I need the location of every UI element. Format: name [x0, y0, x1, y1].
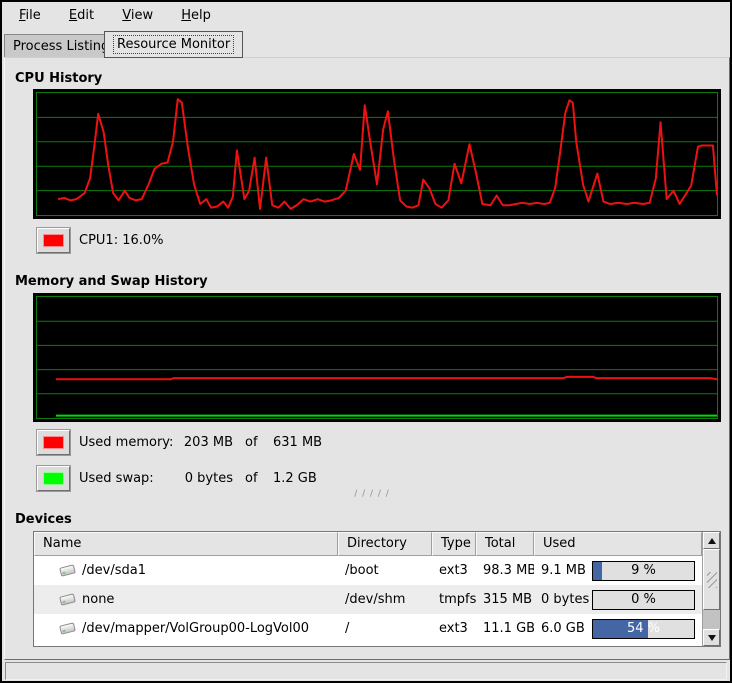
column-header-name[interactable]: Name	[34, 532, 338, 556]
usage-percent-label: 0 %	[593, 591, 694, 609]
device-total: 315 MB	[476, 592, 534, 607]
cpu-history-title: CPU History	[15, 71, 102, 86]
scrollbar-grip-icon	[707, 572, 717, 588]
resource-monitor-page: CPU History CPU1: 16.0% Memory	[4, 57, 730, 660]
menu-edit[interactable]: Edit	[60, 2, 103, 29]
usage-percent-label: 9 %	[593, 562, 694, 580]
menu-view[interactable]: View	[113, 2, 162, 29]
devices-scrollbar	[702, 532, 720, 646]
memory-history-chart	[33, 293, 721, 422]
table-row-dev-sda1[interactable]: /dev/sda1 /boot ext3 98.3 MB 9.1 MB 9 %	[34, 556, 702, 585]
device-directory: /dev/shm	[338, 592, 432, 607]
device-type: ext3	[432, 563, 476, 578]
usage-percent-label: 54 %	[593, 620, 694, 638]
swap-color-button[interactable]	[37, 466, 70, 491]
status-bar	[5, 662, 727, 680]
swap-color-swatch-green	[43, 472, 64, 485]
cpu-legend-label: CPU1: 16.0%	[79, 233, 164, 248]
column-header-used[interactable]: Used	[534, 532, 702, 556]
cpu-history-plot	[36, 92, 718, 216]
cpu-usage-line	[58, 99, 717, 209]
device-total: 11.1 GB	[476, 621, 534, 636]
arrow-up-icon	[708, 538, 716, 544]
device-used: 6.0 GB	[534, 621, 590, 636]
cpu-color-button[interactable]	[37, 228, 70, 253]
harddisk-icon	[59, 593, 76, 605]
devices-table-main: Name Directory Type Total Used /dev/sda1…	[34, 532, 702, 646]
memory-color-swatch-red	[43, 436, 64, 449]
menu-bar: File Edit View Help	[2, 2, 730, 30]
memory-gridlines	[37, 321, 717, 394]
tab-resource-monitor-label: Resource Monitor	[113, 35, 234, 54]
cpu-color-swatch-red	[43, 234, 64, 247]
table-row-volgroup[interactable]: /dev/mapper/VolGroup00-LogVol00 / ext3 1…	[34, 614, 702, 643]
usage-progress-bar: 0 %	[592, 590, 695, 610]
used-memory-line	[56, 377, 717, 379]
device-name: none	[82, 592, 114, 607]
used-swap-total: 1.2 GB	[273, 471, 317, 486]
device-directory: /boot	[338, 563, 432, 578]
scrollbar-trough[interactable]	[703, 610, 720, 629]
usage-progress-bar: 54 %	[592, 619, 695, 639]
cpu-legend: CPU1: 16.0%	[79, 228, 164, 253]
devices-title: Devices	[15, 512, 72, 527]
scroll-down-button[interactable]	[703, 629, 720, 646]
device-type: tmpfs	[432, 592, 476, 607]
device-name: /dev/mapper/VolGroup00-LogVol00	[82, 621, 309, 636]
column-header-directory[interactable]: Directory	[338, 532, 432, 556]
devices-table-header: Name Directory Type Total Used	[34, 532, 702, 556]
system-monitor-window: File Edit View Help Process Listing Reso…	[0, 0, 732, 683]
used-memory-total: 631 MB	[273, 435, 322, 450]
used-swap-legend: Used swap: 0 bytes of 1.2 GB	[79, 466, 317, 491]
arrow-down-icon	[708, 635, 716, 641]
device-type: ext3	[432, 621, 476, 636]
device-directory: /	[338, 621, 432, 636]
menu-file[interactable]: File	[10, 2, 50, 29]
table-row-none[interactable]: none /dev/shm tmpfs 315 MB 0 bytes 0 %	[34, 585, 702, 614]
used-memory-legend: Used memory: 203 MB of 631 MB	[79, 430, 322, 455]
devices-table: Name Directory Type Total Used /dev/sda1…	[33, 531, 721, 647]
menu-help[interactable]: Help	[172, 2, 220, 29]
device-total: 98.3 MB	[476, 563, 534, 578]
tab-process-listing[interactable]: Process Listing	[4, 34, 118, 58]
device-name: /dev/sda1	[82, 563, 146, 578]
scrollbar-thumb[interactable]	[703, 549, 720, 610]
column-header-type[interactable]: Type	[432, 532, 476, 556]
column-header-total[interactable]: Total	[476, 532, 534, 556]
used-memory-label: Used memory:	[79, 435, 175, 450]
usage-progress-bar: 9 %	[592, 561, 695, 581]
used-swap-label: Used swap:	[79, 471, 175, 486]
device-used: 9.1 MB	[534, 563, 590, 578]
tab-resource-monitor[interactable]: Resource Monitor	[104, 31, 243, 58]
used-memory-of: of	[245, 435, 265, 450]
device-used: 0 bytes	[534, 592, 590, 607]
memory-history-title: Memory and Swap History	[15, 274, 208, 289]
pane-resize-grip[interactable]: / / / / /	[349, 488, 395, 500]
scroll-up-button[interactable]	[703, 532, 720, 549]
harddisk-icon	[59, 622, 76, 634]
cpu-history-chart	[33, 89, 721, 219]
used-memory-value: 203 MB	[175, 435, 233, 450]
memory-history-plot	[36, 296, 718, 419]
harddisk-icon	[59, 564, 76, 576]
used-swap-value: 0 bytes	[175, 471, 233, 486]
used-swap-of: of	[245, 471, 265, 486]
memory-color-button[interactable]	[37, 430, 70, 455]
